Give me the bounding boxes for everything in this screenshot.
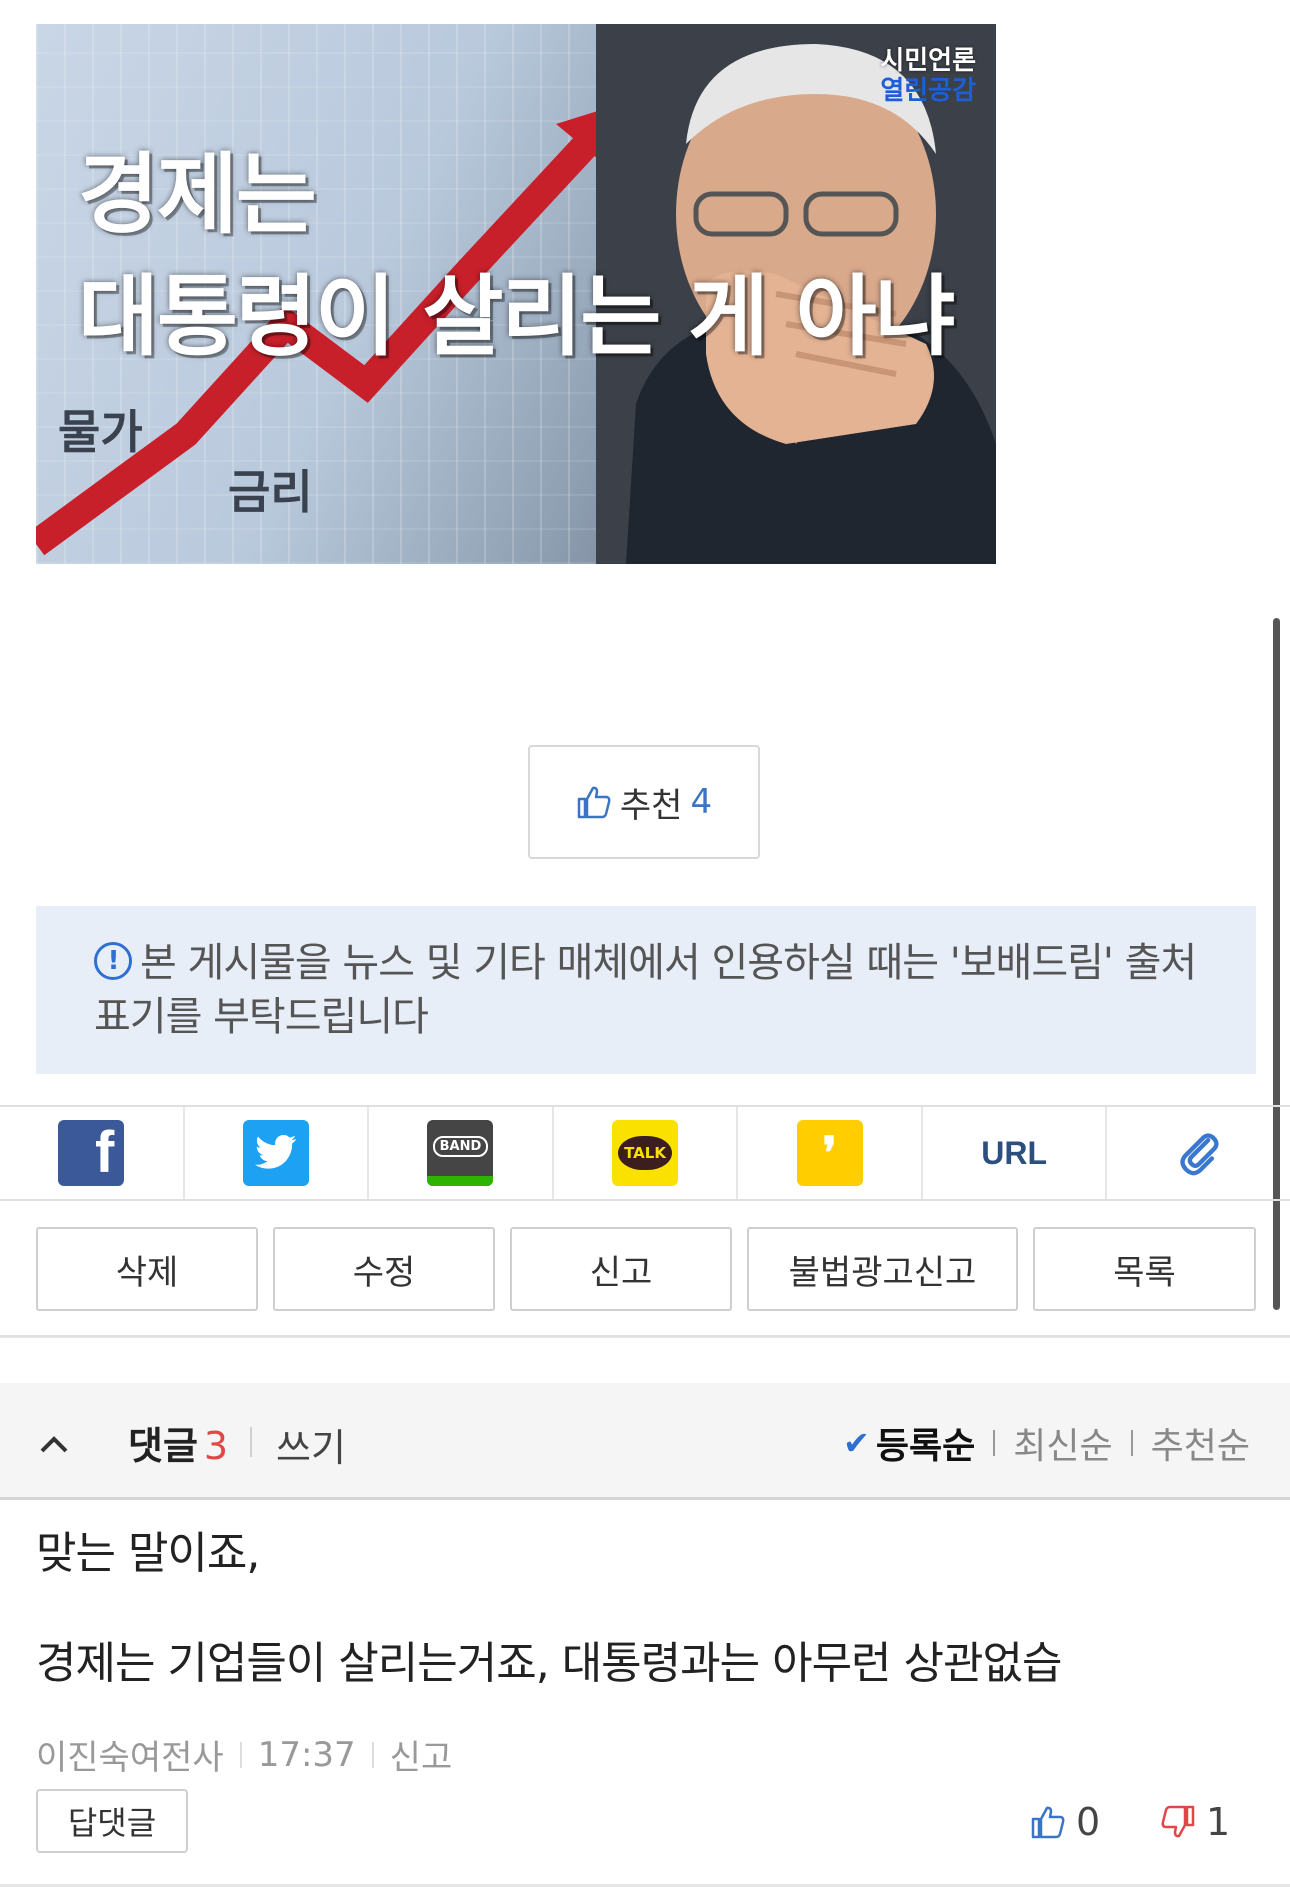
- sort-recommended[interactable]: 추천순: [1151, 1417, 1250, 1469]
- kakaotalk-icon: TALK: [612, 1120, 679, 1186]
- label-rates: 금리: [228, 465, 313, 519]
- share-facebook[interactable]: f: [0, 1107, 185, 1199]
- comments-header: 댓글 3 쓰기 ✔ 등록순 최신순 추천순: [0, 1383, 1290, 1500]
- notice-text: 본 게시물을 뉴스 및 기타 매체에서 인용하실 때는 '보배드림' 출처 표기…: [94, 940, 1197, 1040]
- band-icon: BAND: [427, 1120, 494, 1186]
- headline-line-2: 대통령이 살리는 게 아냐: [78, 265, 956, 368]
- info-circle-icon: !: [94, 942, 132, 980]
- brand-line-2: 열린공감: [880, 76, 976, 106]
- thumbs-up-icon: [577, 786, 611, 819]
- facebook-icon: f: [58, 1120, 125, 1186]
- share-kakaotalk[interactable]: TALK: [554, 1107, 739, 1199]
- label-prices: 물가: [58, 405, 143, 459]
- comment-report-link[interactable]: 신고: [390, 1730, 453, 1779]
- twitter-bird-glyph: [254, 1135, 297, 1169]
- sort-divider: [1130, 1430, 1133, 1456]
- share-bar: f BAND TALK ❜ URL: [0, 1105, 1290, 1201]
- recommend-count: 4: [690, 782, 713, 822]
- scrollbar-thumb[interactable]: [1273, 618, 1280, 1310]
- band-glyph: BAND: [432, 1135, 489, 1157]
- comments-label: 댓글: [128, 1424, 198, 1468]
- sort-divider: [993, 1430, 996, 1456]
- edit-button[interactable]: 수정: [273, 1227, 495, 1311]
- comment-line-2: 경제는 기업들이 살리는거죠, 대통령과는 아무런 상관없습: [36, 1638, 1062, 1689]
- comment-author[interactable]: 이진숙여전사: [36, 1730, 224, 1779]
- brand-logo: 시민언론 열린공감: [880, 46, 976, 106]
- check-icon: ✔: [843, 1424, 870, 1462]
- divider: [0, 1335, 1290, 1338]
- comment-line-1: 맞는 말이죠,: [36, 1528, 260, 1579]
- comment-sort-options: ✔ 등록순 최신순 추천순: [843, 1417, 1250, 1469]
- comment-time: 17:37: [257, 1734, 356, 1775]
- headline-line-1: 경제는: [78, 143, 317, 246]
- write-comment-link[interactable]: 쓰기: [276, 1417, 346, 1472]
- meta-divider: [371, 1741, 374, 1768]
- comment-text: 맞는 말이죠, 경제는 기업들이 살리는거죠, 대통령과는 아무런 상관없습: [36, 1526, 1236, 1692]
- sort-latest[interactable]: 최신순: [1013, 1417, 1112, 1469]
- recommend-button[interactable]: 추천 4: [528, 745, 760, 859]
- meta-divider: [239, 1741, 242, 1768]
- reply-button[interactable]: 답댓글: [36, 1789, 188, 1853]
- share-twitter[interactable]: [185, 1107, 370, 1199]
- list-button[interactable]: 목록: [1033, 1227, 1256, 1311]
- brand-line-1: 시민언론: [880, 46, 976, 76]
- share-url[interactable]: URL: [923, 1107, 1108, 1199]
- paperclip-icon: [1180, 1133, 1219, 1176]
- post-thumbnail[interactable]: 경제는 대통령이 살리는 게 아냐 물가 금리 시민언론 열린공감: [36, 24, 996, 564]
- share-clip[interactable]: [1107, 1107, 1290, 1199]
- delete-button[interactable]: 삭제: [36, 1227, 258, 1311]
- report-button[interactable]: 신고: [510, 1227, 732, 1311]
- comments-count: 3: [203, 1424, 229, 1468]
- band-green-bar: [427, 1176, 494, 1186]
- divider: [0, 1884, 1290, 1887]
- downvote-count: 1: [1206, 1800, 1231, 1844]
- post-actions: 삭제 수정 신고 불법광고신고 목록: [36, 1227, 1256, 1311]
- comments-title: 댓글 3: [128, 1415, 228, 1470]
- twitter-icon: [242, 1120, 309, 1186]
- url-icon: URL: [981, 1134, 1048, 1171]
- thumbs-up-icon: [1031, 1806, 1065, 1839]
- illegal-ad-report-button[interactable]: 불법광고신고: [747, 1227, 1018, 1311]
- comment-upvote[interactable]: 0: [1030, 1800, 1100, 1844]
- collapse-chevron-icon[interactable]: [38, 1419, 70, 1465]
- sort-registered[interactable]: 등록순: [876, 1417, 975, 1469]
- talk-glyph: TALK: [618, 1136, 672, 1170]
- header-divider: [250, 1427, 252, 1457]
- upvote-count: 0: [1076, 1800, 1101, 1844]
- citation-notice: ! 본 게시물을 뉴스 및 기타 매체에서 인용하실 때는 '보배드림' 출처 표…: [36, 906, 1256, 1074]
- comment-meta: 이진숙여전사 17:37 신고: [36, 1730, 452, 1779]
- recommend-label: 추천: [619, 785, 683, 826]
- thumbs-down-icon: [1161, 1805, 1195, 1838]
- kakaostory-icon: ❜: [796, 1120, 863, 1186]
- comment-downvote[interactable]: 1: [1160, 1800, 1230, 1844]
- share-band[interactable]: BAND: [369, 1107, 554, 1199]
- share-kakaostory[interactable]: ❜: [738, 1107, 923, 1199]
